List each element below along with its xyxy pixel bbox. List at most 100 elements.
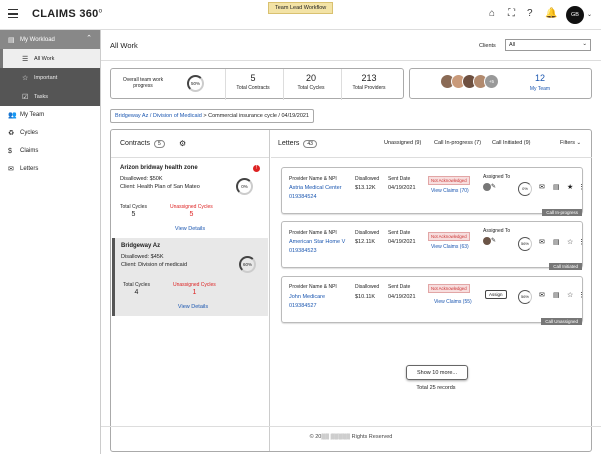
sent-date-value: 04/19/2021	[388, 185, 416, 191]
team-count: 12	[534, 73, 545, 83]
sidebar: ▤ My Workload ⌃ ☰ All Work ☆ Important ☑…	[0, 30, 101, 454]
sent-date-header: Sent Date	[388, 284, 411, 290]
email-icon[interactable]: ✉	[539, 184, 545, 192]
clipboard-icon: ▤	[8, 36, 15, 44]
more-vertical-icon[interactable]: ⋮	[578, 184, 585, 192]
assign-button[interactable]: Assign	[485, 290, 507, 299]
provider-name-link[interactable]: Astria Medical Center	[289, 185, 342, 191]
star-outline-icon[interactable]: ☆	[567, 292, 573, 300]
email-icon[interactable]: ✉	[539, 239, 545, 247]
letter-card[interactable]: Provider Name & NPI American Star Home V…	[281, 221, 585, 270]
letter-progress-ring: 0%	[518, 182, 532, 196]
disallowed-header: Disallowed	[355, 230, 380, 236]
avatar-chevron-icon[interactable]: ⌄	[587, 11, 592, 18]
bell-icon[interactable]: 🔔	[545, 9, 557, 19]
sidebar-item-cycles[interactable]: ♻ Cycles	[0, 124, 100, 142]
view-details-link[interactable]: View Details	[112, 226, 268, 232]
chevron-down-icon: ⌄	[582, 41, 587, 47]
letter-card[interactable]: Provider Name & NPI Astria Medical Cente…	[281, 167, 585, 216]
provider-name-link[interactable]: John Medicare	[289, 294, 325, 300]
sidebar-item-my-workload[interactable]: ▤ My Workload ⌃	[0, 30, 100, 49]
more-vertical-icon[interactable]: ⋮	[578, 292, 585, 300]
provider-header: Provider Name & NPI	[289, 230, 337, 236]
team-label: My Team	[529, 86, 551, 92]
total-contracts-label: Total Contracts	[236, 85, 270, 91]
show-more-button[interactable]: Show 10 more...	[406, 365, 468, 380]
gear-icon[interactable]: ⚙	[179, 139, 186, 148]
total-providers-label: Total Providers	[352, 85, 386, 91]
hamburger-menu-icon[interactable]	[8, 9, 18, 18]
sent-date-header: Sent Date	[388, 230, 411, 236]
breadcrumb: Bridgeway Az / Division of Medicaid > Co…	[110, 109, 314, 123]
main-content: All Work Clients All ⌄ Overall team work…	[101, 30, 601, 454]
filters-button[interactable]: Filters ⌄	[560, 140, 581, 146]
clipboard-icon[interactable]: ▤	[553, 292, 560, 300]
provider-header: Provider Name & NPI	[289, 176, 337, 182]
unassigned-cycles-label: Unassigned Cycles	[170, 204, 213, 210]
sidebar-item-all-work[interactable]: ☰ All Work	[0, 49, 100, 68]
chevron-down-icon: ⌄	[576, 140, 582, 146]
total-providers-value: 213	[361, 73, 377, 83]
breadcrumb-current: Commercial insurance cycle / 04/19/2021	[208, 113, 309, 119]
contract-card[interactable]: Arizon bridway health zone ! Disallowed:…	[112, 160, 268, 238]
status-badge: Not Acknowledged	[428, 284, 470, 293]
assigned-to-header: Assigned To	[483, 228, 511, 234]
sent-date-value: 04/19/2021	[388, 294, 416, 300]
chevron-up-icon[interactable]: ⌃	[86, 34, 92, 42]
tab-unassigned[interactable]: Unassigned (9)	[384, 140, 421, 146]
page-title: All Work	[110, 41, 138, 50]
star-filled-icon[interactable]: ★	[567, 184, 573, 192]
call-status-tag: Call In-progress	[542, 209, 582, 216]
clipboard-icon[interactable]: ▤	[553, 239, 560, 247]
top-bar: CLAIMS 360o Team Lead Workflow ⌂ ⛶ ? 🔔 G…	[0, 0, 601, 30]
cycle-icon: ♻	[8, 130, 15, 137]
unassigned-cycles-value: 5	[189, 211, 194, 218]
view-details-link[interactable]: View Details	[115, 304, 271, 310]
home-icon[interactable]: ⌂	[489, 9, 495, 19]
progress-label: Overall team work progress	[122, 77, 164, 89]
sidebar-item-tasks[interactable]: ☑ Tasks	[0, 87, 100, 106]
dollar-icon: $	[8, 147, 12, 155]
team-more-badge: +5	[484, 74, 499, 89]
provider-name-link[interactable]: American Star Home V	[289, 239, 345, 245]
provider-header: Provider Name & NPI	[289, 284, 337, 290]
letters-icon: ✉	[8, 166, 14, 173]
total-records: Total 25 records	[416, 385, 456, 391]
help-icon[interactable]: ?	[527, 9, 533, 19]
view-claims-link[interactable]: View Claims (70)	[431, 188, 469, 194]
summary-card: Overall team work progress 50% 5 Total C…	[110, 68, 404, 100]
sidebar-item-my-team[interactable]: 👥 My Team	[0, 106, 100, 124]
my-team-card[interactable]: +5 12 My Team	[409, 68, 592, 99]
email-icon[interactable]: ✉	[539, 292, 545, 300]
edit-icon[interactable]: ✎	[491, 237, 496, 245]
contract-card-selected[interactable]: Bridgeway Az Disallowed: $45K Client: Di…	[112, 238, 268, 316]
assignee-avatar	[483, 237, 491, 245]
disallowed-value: $13.12K	[355, 185, 376, 191]
contract-progress-ring: 60%	[239, 256, 256, 273]
sidebar-item-claims[interactable]: $ Claims	[0, 142, 100, 160]
view-claims-link[interactable]: View Claims (63)	[431, 244, 469, 250]
contract-name: Bridgeway Az	[121, 243, 161, 249]
checkbox-icon: ☑	[22, 93, 29, 101]
clients-select[interactable]: All ⌄	[505, 39, 591, 51]
tab-call-in-progress[interactable]: Call In-progress (7)	[434, 140, 481, 146]
edit-icon[interactable]: ✎	[491, 183, 496, 191]
breadcrumb-link[interactable]: Bridgeway Az / Division of Medicaid	[115, 113, 202, 119]
more-vertical-icon[interactable]: ⋮	[578, 239, 585, 247]
contracts-panel: Contracts 5 ⚙ Arizon bridway health zone …	[111, 130, 270, 451]
avatar[interactable]: GB	[566, 6, 584, 24]
total-cycles-value: 5	[131, 211, 136, 218]
footer-copyright: © 20▒▒ ▒▒▒▒▒ Rights Reserved	[309, 434, 393, 440]
sidebar-item-letters[interactable]: ✉ Letters	[0, 160, 100, 178]
provider-npi: 019384524	[289, 194, 317, 200]
clipboard-icon[interactable]: ▤	[553, 184, 560, 192]
tab-call-initiated[interactable]: Call Initiated (9)	[492, 140, 531, 146]
app-logo: CLAIMS 360o	[32, 8, 103, 20]
view-claims-link[interactable]: View Claims (55)	[434, 299, 472, 305]
sidebar-item-important[interactable]: ☆ Important	[0, 68, 100, 87]
letters-count: 43	[303, 140, 317, 148]
letter-card[interactable]: Provider Name & NPI John Medicare 019384…	[281, 276, 585, 325]
sent-date-value: 04/19/2021	[388, 239, 416, 245]
scan-icon[interactable]: ⛶	[508, 9, 515, 19]
star-outline-icon[interactable]: ☆	[567, 239, 573, 247]
